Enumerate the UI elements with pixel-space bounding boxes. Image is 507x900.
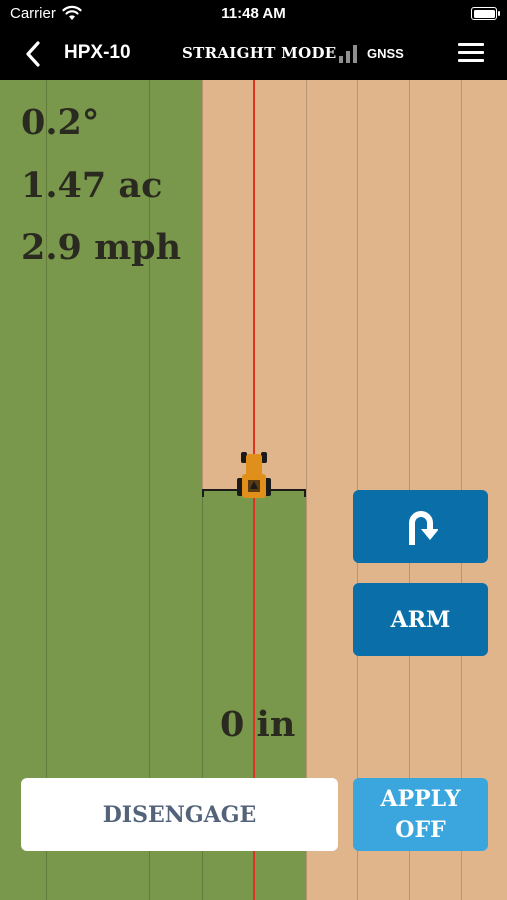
signal-bars-icon bbox=[339, 45, 357, 63]
pass-line bbox=[306, 80, 307, 900]
clock: 11:48 AM bbox=[221, 5, 286, 22]
battery-icon bbox=[471, 7, 500, 20]
cross-track-error-readout: 0 in bbox=[220, 704, 296, 745]
apply-label: APPLY bbox=[380, 785, 461, 812]
tractor-icon bbox=[237, 452, 271, 498]
u-turn-button[interactable] bbox=[353, 490, 488, 563]
device-title: HPX-10 bbox=[64, 42, 131, 63]
hamburger-menu-icon[interactable] bbox=[458, 43, 484, 63]
apply-toggle-button[interactable]: APPLY OFF bbox=[353, 778, 488, 851]
gnss-label: GNSS bbox=[367, 46, 404, 61]
field-map[interactable]: 0.2° 1.47 ac 2.9 mph 0 in ARM DISENGAGE … bbox=[0, 80, 507, 900]
arm-button[interactable]: ARM bbox=[353, 583, 488, 656]
heading-readout: 0.2° bbox=[21, 102, 100, 143]
nav-bar: HPX-10 STRAIGHT MODE GNSS bbox=[0, 28, 507, 80]
chevron-left-icon[interactable] bbox=[22, 40, 46, 68]
apply-state-label: OFF bbox=[395, 816, 446, 843]
speed-readout: 2.9 mph bbox=[21, 227, 182, 268]
status-bar: Carrier 11:48 AM bbox=[0, 0, 507, 28]
area-readout: 1.47 ac bbox=[21, 165, 163, 206]
disengage-button[interactable]: DISENGAGE bbox=[21, 778, 338, 851]
u-turn-arrow-icon bbox=[408, 510, 438, 545]
guidance-mode-label: STRAIGHT MODE bbox=[182, 44, 337, 62]
